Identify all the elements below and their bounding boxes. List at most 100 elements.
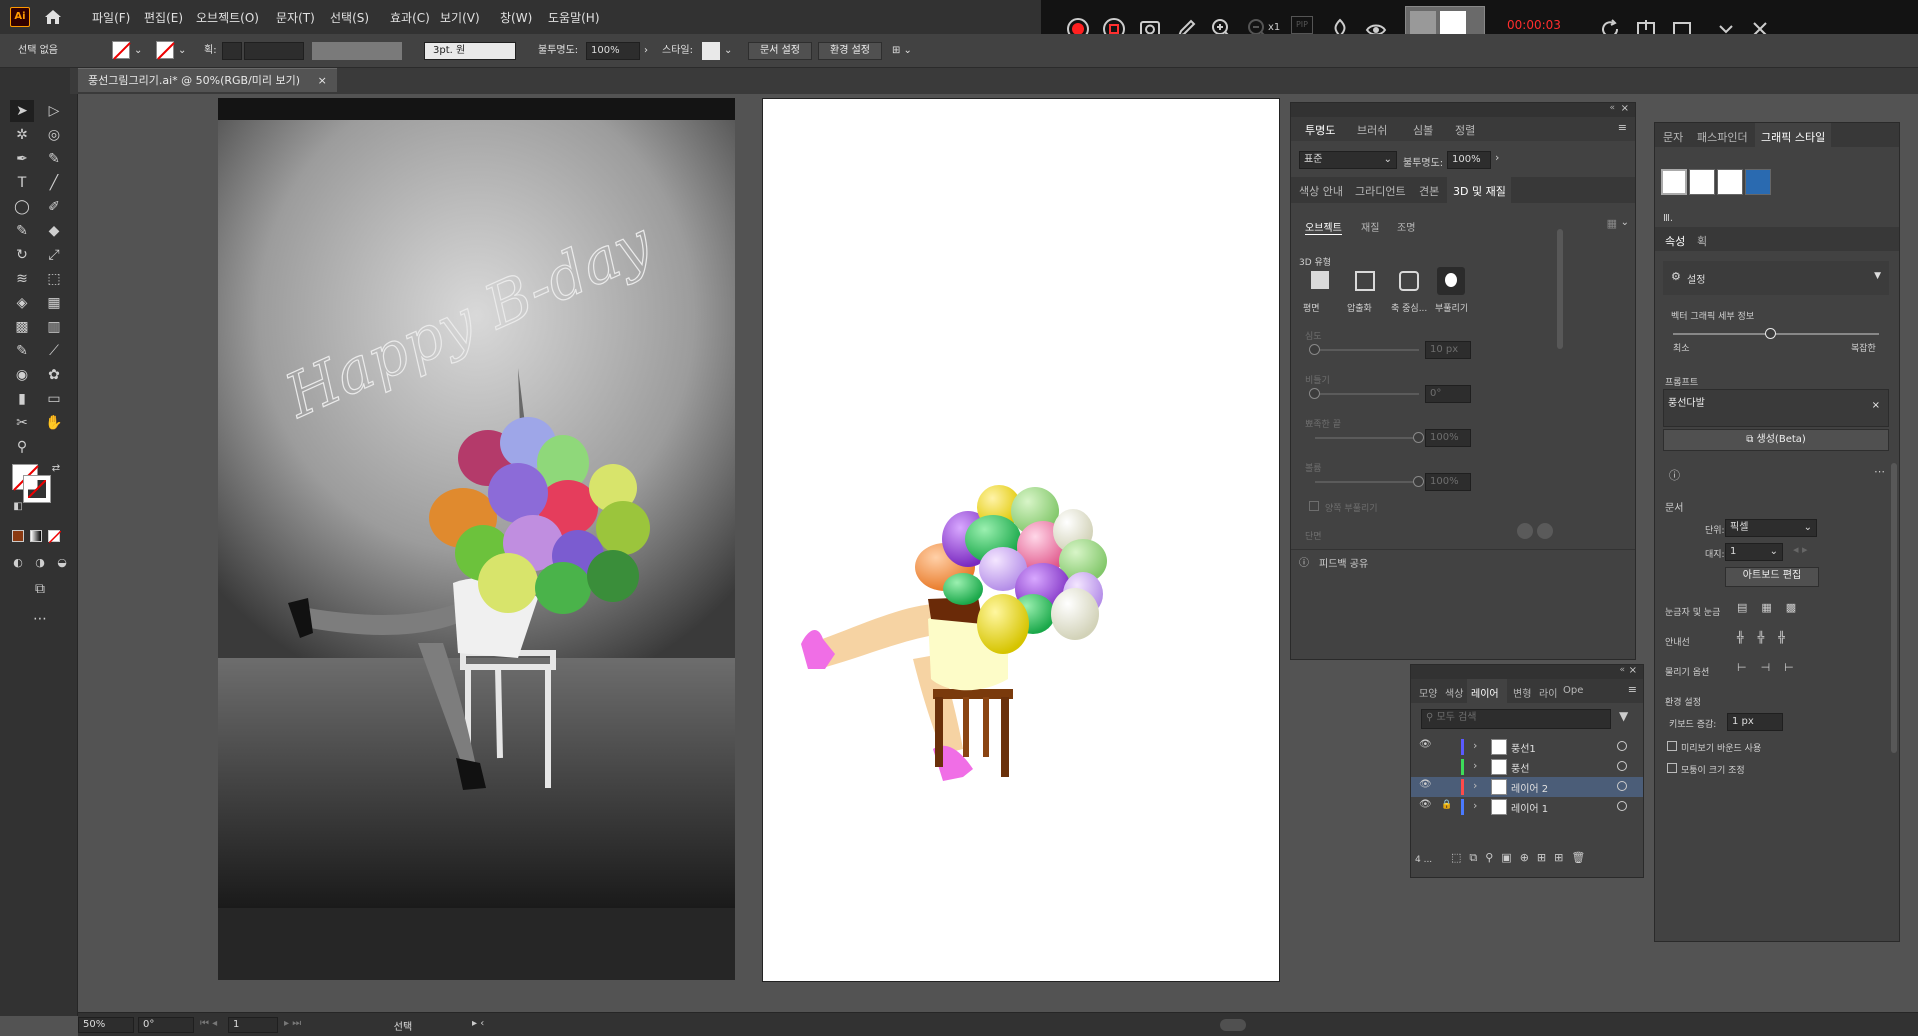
document-setup-button[interactable]: 문서 설정 <box>748 42 812 60</box>
3d-panel-scrollbar[interactable] <box>1557 229 1563 349</box>
edit-artboard-button[interactable]: 아트보드 편집 <box>1725 567 1819 587</box>
artboard-dropdown[interactable]: 1 ⌄ <box>1725 543 1783 561</box>
gradient-mode-icon[interactable] <box>30 530 42 542</box>
tab-gradient[interactable]: 그라디언트 <box>1355 183 1406 199</box>
style-dropdown-icon[interactable]: ⌄ <box>724 42 732 60</box>
volume-field[interactable]: 100% <box>1425 473 1471 491</box>
menu-item-1[interactable]: 편집(E) <box>144 9 183 26</box>
detail-slider-knob[interactable] <box>1765 328 1776 339</box>
close-layers-icon[interactable]: × <box>1629 665 1637 676</box>
draw-inside-icon[interactable]: ◒ <box>50 552 74 574</box>
draw-behind-icon[interactable]: ◑ <box>28 552 52 574</box>
graphic-style-4[interactable] <box>1745 169 1771 195</box>
menu-item-3[interactable]: 문자(T) <box>276 9 315 26</box>
ellipse-tool-icon[interactable]: ◯ <box>10 196 34 218</box>
preview-bounds-checkbox[interactable] <box>1667 741 1677 751</box>
line-tool-icon[interactable]: ╱ <box>42 172 66 194</box>
rotate-tool-icon[interactable]: ↻ <box>10 244 34 266</box>
share-feedback-link[interactable]: 피드백 공유 <box>1319 555 1368 570</box>
taper-slider-track[interactable] <box>1315 437 1419 439</box>
scale-corners-checkbox[interactable] <box>1667 763 1677 773</box>
tab-symbols[interactable]: 심볼 <box>1413 122 1433 138</box>
tab-color[interactable]: 색상 <box>1445 685 1463 700</box>
tab-libraries[interactable]: 라이 <box>1539 685 1557 700</box>
taper-slider-knob[interactable] <box>1413 432 1424 443</box>
gradient-tool-icon[interactable]: ▥ <box>42 316 66 338</box>
close-tab-icon[interactable]: × <box>318 74 327 87</box>
preferences-button[interactable]: 환경 설정 <box>818 42 882 60</box>
eyedropper-icon[interactable]: ✎ <box>10 340 34 362</box>
hand-tool-icon[interactable]: ✋ <box>42 412 66 434</box>
stroke-weight-field[interactable] <box>244 42 304 60</box>
layer-row[interactable]: 👁 › 풍선1 <box>1411 737 1643 757</box>
revolve-3d-icon[interactable] <box>1399 271 1419 291</box>
stroke-swatch[interactable] <box>156 41 175 60</box>
subtab-lighting[interactable]: 조명 <box>1397 219 1415 234</box>
symbol-sprayer-icon[interactable]: ✿ <box>42 364 66 386</box>
slice-tool-icon[interactable]: ✂ <box>10 412 34 434</box>
layer-row[interactable]: 👁 › 레이어 2 <box>1411 777 1643 797</box>
swap-colors-icon[interactable]: ⇄ <box>44 458 68 480</box>
menu-item-0[interactable]: 파일(F) <box>92 9 130 26</box>
subtab-object[interactable]: 오브젝트 <box>1305 219 1342 235</box>
graphic-style-3[interactable] <box>1717 169 1743 195</box>
flat-3d-icon[interactable] <box>1311 271 1329 289</box>
prev-artboard-icon[interactable]: ◂ ▸ <box>1793 543 1808 556</box>
target-icon[interactable] <box>1617 781 1627 791</box>
opacity-field[interactable]: 100% <box>586 42 640 60</box>
tab-opentype[interactable]: Ope <box>1563 685 1583 696</box>
free-transform-icon[interactable]: ⬚ <box>42 268 66 290</box>
layer-row[interactable]: 👁 🔒 › 레이어 1 <box>1411 797 1643 817</box>
taper-field[interactable]: 100% <box>1425 429 1471 447</box>
expand-layer-icon[interactable]: › <box>1473 759 1477 772</box>
tab-stroke[interactable]: 획 <box>1697 233 1707 249</box>
inflate-both-sides-checkbox[interactable] <box>1309 501 1319 511</box>
style-swatch[interactable] <box>702 42 720 60</box>
zoom-tool-icon[interactable]: ⚲ <box>10 436 34 458</box>
tab-layers[interactable]: 레이어 <box>1471 685 1499 700</box>
settings-dropdown-icon[interactable]: ▼ <box>1874 271 1881 281</box>
last-artboard-icon[interactable]: ▸ ⏭ <box>284 1018 301 1029</box>
menu-item-6[interactable]: 보기(V) <box>440 9 480 26</box>
tab-swatches[interactable]: 견본 <box>1419 183 1439 199</box>
variable-width-profile[interactable] <box>312 42 402 60</box>
menu-item-8[interactable]: 도움말(H) <box>548 9 600 26</box>
graphic-style-2[interactable] <box>1689 169 1715 195</box>
lock-icon[interactable]: 🔒 <box>1441 800 1452 810</box>
extrude-3d-icon[interactable] <box>1355 271 1375 291</box>
twist-slider-track[interactable] <box>1315 393 1419 395</box>
color-mode-icon[interactable] <box>12 530 24 542</box>
menu-item-7[interactable]: 창(W) <box>500 9 532 26</box>
blend-mode-dropdown[interactable]: 표준 ⌄ <box>1299 151 1397 169</box>
menu-item-5[interactable]: 효과(C) <box>390 9 430 26</box>
clear-prompt-icon[interactable]: × <box>1872 400 1880 411</box>
settings-section[interactable]: ⚙ 설정 ▼ <box>1663 261 1889 295</box>
expand-layer-icon[interactable]: › <box>1473 779 1477 792</box>
pip-button[interactable]: PIP <box>1291 16 1313 34</box>
expand-layer-icon[interactable]: › <box>1473 799 1477 812</box>
draw-normal-icon[interactable]: ◐ <box>6 552 30 574</box>
tab-appearance[interactable]: 모양 <box>1419 685 1437 700</box>
layer-row[interactable]: › 풍선 <box>1411 757 1643 777</box>
layers-menu-icon[interactable]: ≡ <box>1628 683 1637 696</box>
depth-slider-track[interactable] <box>1315 349 1419 351</box>
expand-layer-icon[interactable]: › <box>1473 739 1477 752</box>
graph-tool-icon[interactable]: ▮ <box>10 388 34 410</box>
shaper-tool-icon[interactable]: ✎ <box>10 220 34 242</box>
tab-3d-materials[interactable]: 3D 및 재질 <box>1453 183 1506 199</box>
arrange-icon[interactable]: ⊞ ⌄ <box>892 42 912 60</box>
library-icon[interactable]: Ⅲ. <box>1663 213 1673 224</box>
twist-slider-knob[interactable] <box>1309 388 1320 399</box>
magic-wand-icon[interactable]: ✲ <box>10 124 34 146</box>
collapse-layers-icon[interactable]: « <box>1619 665 1625 675</box>
default-colors-icon[interactable]: ◧ <box>6 496 30 518</box>
scale-tool-icon[interactable]: ⤢ <box>42 244 66 266</box>
none-mode-icon[interactable] <box>48 530 62 544</box>
visibility-icon[interactable]: 👁 <box>1419 779 1433 793</box>
tab-character[interactable]: 문자 <box>1663 129 1683 145</box>
volume-slider-track[interactable] <box>1315 481 1419 483</box>
status-arrow-icon[interactable]: ▸ ‹ <box>472 1018 484 1029</box>
panel-menu-icon[interactable]: ≡ <box>1618 121 1627 134</box>
snap-options-icons[interactable]: ⊢⊣⊢ <box>1737 661 1808 674</box>
close-panel-icon[interactable]: × <box>1621 103 1629 114</box>
